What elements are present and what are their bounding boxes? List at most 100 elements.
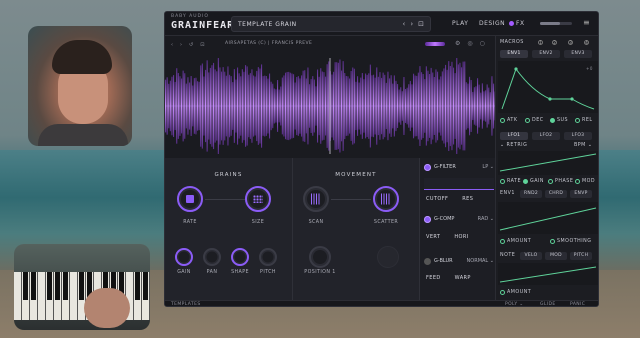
tab-env1[interactable]: ENV1 <box>500 50 528 58</box>
res-param[interactable]: RES <box>462 196 473 202</box>
tab-rnd2[interactable]: RND2 <box>520 190 542 198</box>
tab-lfo3[interactable]: LFO3 <box>564 132 592 140</box>
feed-param[interactable]: FEED <box>426 275 441 281</box>
fx-toggle-icon[interactable] <box>509 21 514 26</box>
position-2-knob[interactable] <box>377 246 399 268</box>
tab-chrd[interactable]: CHRD <box>545 190 567 198</box>
tab-velo[interactable]: VELO <box>520 252 542 260</box>
retrig-label[interactable]: ⌄ RETRIG <box>500 143 527 148</box>
macro-1[interactable]: 1 <box>538 40 543 45</box>
pitch-knob[interactable] <box>259 248 277 266</box>
envelope-graph[interactable] <box>498 61 598 113</box>
scan-knob[interactable] <box>303 186 329 212</box>
wave-controls: ‹ › ↺ ⊡ <box>171 40 204 50</box>
tab-design[interactable]: DESIGN <box>479 17 505 31</box>
preset-next-icon[interactable]: › <box>410 20 413 28</box>
position-1-knob[interactable] <box>309 246 331 268</box>
sample-prev-icon[interactable]: ‹ <box>171 42 173 48</box>
poly-select[interactable]: POLY ⌄ <box>505 302 524 306</box>
tab-env3[interactable]: ENV3 <box>564 50 592 58</box>
vert-param[interactable]: VERT <box>426 234 440 240</box>
tab-play[interactable]: PLAY <box>452 17 468 31</box>
warp-param[interactable]: WARP <box>455 275 471 281</box>
tab-envp[interactable]: ENVP <box>570 190 592 198</box>
preset-name: TEMPLATE GRAIN <box>238 21 297 28</box>
lfo-rate-label: RATE <box>507 179 522 184</box>
shape-knob[interactable] <box>231 248 249 266</box>
modulation-panel: MACROS 1 2 3 4 ENV1 ENV2 ENV3 +0 ATK DEC… <box>495 36 598 300</box>
templates-button[interactable]: TEMPLATES <box>171 302 201 306</box>
output-slider[interactable] <box>540 22 572 25</box>
retrig-text: RETRIG <box>506 143 528 148</box>
comp-toggle[interactable] <box>424 215 431 223</box>
smoothing-knob[interactable] <box>550 239 555 244</box>
rate-square-icon <box>186 195 194 203</box>
comp-label: G-COMP <box>434 216 455 222</box>
tab-lfo2[interactable]: LFO2 <box>532 132 560 140</box>
tab-lfo1[interactable]: LFO1 <box>500 132 528 140</box>
blur-mode-select[interactable]: NORMAL ⌄ <box>467 258 494 264</box>
macros-label: MACROS <box>500 40 524 45</box>
settings-icon[interactable]: ⚙ <box>455 40 460 47</box>
mod-graph-2[interactable] <box>498 263 598 285</box>
lfo-mod-label: MOD <box>582 179 596 184</box>
tab-pitch[interactable]: PITCH <box>570 252 592 260</box>
preset-save-icon[interactable]: ⊡ <box>418 20 424 28</box>
amount-label-2: AMOUNT <box>507 290 532 295</box>
blur-toggle[interactable] <box>424 257 431 265</box>
macro-2[interactable]: 2 <box>552 40 557 45</box>
presenter-shirt <box>38 124 128 146</box>
glide-button[interactable]: GLIDE <box>540 302 556 306</box>
bpm-select[interactable]: BPM ⌄ <box>574 143 592 148</box>
rel-knob[interactable] <box>575 118 580 123</box>
bottom-bar: TEMPLATES POLY ⌄ GLIDE PANIC <box>165 300 598 306</box>
lfo-mod-knob[interactable] <box>575 179 580 184</box>
sample-next-icon[interactable]: › <box>180 42 182 48</box>
target-icon[interactable]: ◎ <box>467 40 472 47</box>
pitch-label: PITCH <box>260 270 276 275</box>
amount-knob-2[interactable] <box>500 290 505 295</box>
gain-knob[interactable] <box>175 248 193 266</box>
mod-graph-1[interactable] <box>498 202 598 234</box>
note-label: NOTE <box>500 253 516 258</box>
reverse-icon[interactable]: ↺ <box>189 42 193 48</box>
tab-env2[interactable]: ENV2 <box>532 50 560 58</box>
waveform-panel[interactable]: ‹ › ↺ ⊡ AIRSAPETAS (C) | FRANCIS PREVE ⚙… <box>165 36 495 158</box>
filter-mode-select[interactable]: LP ⌄ <box>482 164 494 170</box>
rate-knob[interactable] <box>177 186 203 212</box>
macro-4[interactable]: 4 <box>584 40 589 45</box>
comp-header: G-COMP RAD ⌄ <box>424 214 494 224</box>
preset-prev-icon[interactable]: ‹ <box>403 20 406 28</box>
tab-fx[interactable]: FX <box>509 17 525 31</box>
lfo-graph[interactable] <box>498 151 598 175</box>
preset-selector[interactable]: TEMPLATE GRAIN ‹ › ⊡ <box>231 16 431 32</box>
dec-knob[interactable] <box>525 118 530 123</box>
scatter-knob[interactable] <box>373 186 399 212</box>
hamburger-icon[interactable]: ≡ <box>583 18 590 27</box>
amount-knob-1[interactable] <box>500 239 505 244</box>
tab-mod[interactable]: MOD <box>545 252 567 260</box>
hori-param[interactable]: HORI <box>454 234 468 240</box>
sus-knob[interactable] <box>550 118 555 123</box>
comp-mode-select[interactable]: RAD ⌄ <box>478 216 494 222</box>
atk-knob[interactable] <box>500 118 505 123</box>
tab-fx-label: FX <box>516 20 525 27</box>
size-knob[interactable] <box>245 186 271 212</box>
scan-bars-icon <box>311 193 321 205</box>
lfo-phase-knob[interactable] <box>548 179 553 184</box>
folder-icon[interactable]: ⊡ <box>200 42 204 48</box>
atk-label: ATK <box>507 118 518 123</box>
panic-button[interactable]: PANIC <box>570 302 585 306</box>
source-label: ENV1 <box>500 191 515 196</box>
lfo-gain-knob[interactable] <box>523 179 528 184</box>
sus-label: SUS <box>557 118 569 123</box>
circle-icon[interactable]: ○ <box>480 40 485 47</box>
cutoff-param[interactable]: CUTOFF <box>426 196 448 202</box>
macro-3[interactable]: 3 <box>568 40 573 45</box>
filter-toggle[interactable] <box>424 163 431 171</box>
pan-knob[interactable] <box>203 248 221 266</box>
filter-display[interactable] <box>424 178 494 190</box>
position-1-label: POSITION 1 <box>304 270 336 275</box>
filter-label: G-FILTER <box>434 164 456 170</box>
lfo-rate-knob[interactable] <box>500 179 505 184</box>
